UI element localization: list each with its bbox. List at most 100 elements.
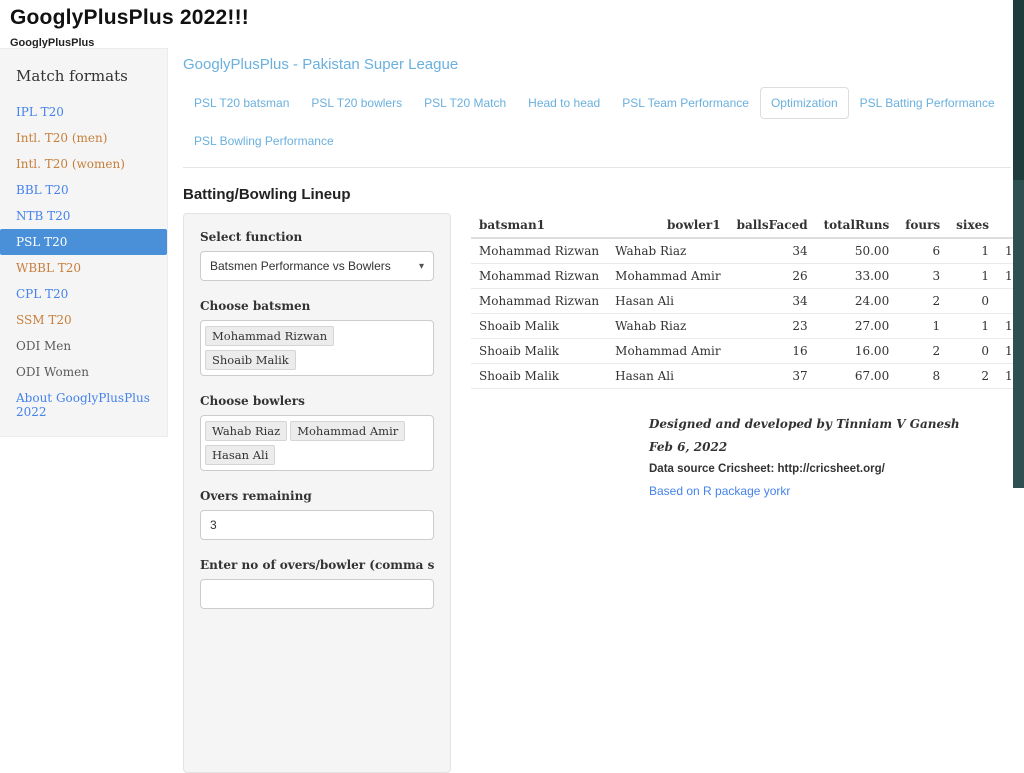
sidebar-item[interactable]: BBL T20: [0, 177, 167, 203]
sidebar-item[interactable]: ODI Men: [0, 333, 167, 359]
bowler-tag[interactable]: Wahab Riaz: [205, 421, 288, 441]
sidebar-item[interactable]: IPL T20: [0, 99, 167, 125]
tab[interactable]: PSL Batting Performance: [849, 87, 1006, 119]
cell-bowler1: Mohammad Amir: [607, 338, 729, 364]
cell-batsman1: Shoaib Malik: [471, 313, 608, 339]
content-row: Select function Batsmen Performance vs B…: [183, 213, 1024, 773]
sidebar-item[interactable]: SSM T20: [0, 307, 167, 333]
sidebar-item[interactable]: About GooglyPlusPlus 2022: [0, 385, 167, 425]
cell-totalRuns: 33.00: [815, 263, 898, 289]
app-header: GooglyPlusPlus 2022!!! GooglyPlusPlus: [0, 0, 1024, 49]
overs-remaining-input[interactable]: [200, 510, 434, 540]
table-row[interactable]: Mohammad Rizwan Wahab Riaz 34 50.00 6 1 …: [471, 238, 1024, 264]
table-row[interactable]: Mohammad Rizwan Mohammad Amir 26 33.00 3…: [471, 263, 1024, 289]
cell-fours: 2: [897, 288, 949, 314]
cell-fours: 6: [897, 238, 949, 264]
sidebar-item[interactable]: ODI Women: [0, 359, 167, 385]
tab[interactable]: Head to head: [517, 87, 611, 119]
cell-fours: 1: [897, 313, 949, 339]
footer-date: Feb 6, 2022: [649, 440, 728, 454]
tab[interactable]: PSL T20 bowlers: [300, 87, 413, 119]
bowlers-input[interactable]: Wahab Riaz Mohammad Amir Hasan Ali: [200, 415, 434, 471]
cell-fours: 2: [897, 338, 949, 364]
choose-batsmen-label: Choose batsmen: [200, 299, 311, 313]
table-header-cell[interactable]: ballsFaced: [728, 213, 816, 239]
select-function-dropdown[interactable]: Batsmen Performance vs Bowlers ▾: [200, 251, 434, 281]
app-title: GooglyPlusPlus 2022!!!: [10, 6, 249, 29]
footer-credits: Designed and developed by Tinniam V Gane…: [649, 417, 1011, 498]
cell-totalRuns: 16.00: [815, 338, 898, 364]
table-header-cell[interactable]: bowler1: [607, 213, 729, 239]
cell-ballsFaced: 23: [728, 313, 816, 339]
sidebar-item[interactable]: NTB T20: [0, 203, 167, 229]
form-panel: Select function Batsmen Performance vs B…: [183, 213, 451, 773]
table-header-cell[interactable]: fours: [897, 213, 949, 239]
tab[interactable]: PSL T20 Match: [413, 87, 517, 119]
select-function-label: Select function: [200, 230, 303, 244]
cell-totalRuns: 50.00: [815, 238, 898, 264]
cell-fours: 8: [897, 363, 949, 389]
cell-batsman1: Mohammad Rizwan: [471, 288, 608, 314]
page-title: GooglyPlusPlus - Pakistan Super League: [183, 56, 459, 73]
chevron-down-icon: ▾: [418, 260, 424, 272]
footer-source: Data source Cricsheet: http://cricsheet.…: [649, 463, 885, 475]
cell-ballsFaced: 37: [728, 363, 816, 389]
table-body: Mohammad Rizwan Wahab Riaz 34 50.00 6 1 …: [471, 238, 1024, 389]
sidebar-list: IPL T20 Intl. T20 (men) Intl. T20 (women…: [0, 99, 167, 425]
batsman-tag[interactable]: Mohammad Rizwan: [205, 326, 335, 346]
cell-bowler1: Wahab Riaz: [607, 238, 729, 264]
cell-ballsFaced: 34: [728, 238, 816, 264]
sidebar: Match formats IPL T20 Intl. T20 (men) In…: [0, 48, 168, 437]
cell-batsman1: Shoaib Malik: [471, 363, 608, 389]
cell-bowler1: Hasan Ali: [607, 288, 729, 314]
sidebar-item[interactable]: WBBL T20: [0, 255, 167, 281]
cell-totalRuns: 27.00: [815, 313, 898, 339]
table-row[interactable]: Shoaib Malik Wahab Riaz 23 27.00 1 1 117…: [471, 313, 1024, 339]
cell-bowler1: Hasan Ali: [607, 363, 729, 389]
main-content: GooglyPlusPlus - Pakistan Super League P…: [183, 56, 1024, 773]
cell-sixes: 1: [948, 313, 998, 339]
cell-sixes: 0: [948, 338, 998, 364]
table-header-cell[interactable]: batsman1: [471, 213, 608, 239]
scrollbar-thumb[interactable]: [1013, 0, 1024, 180]
cell-ballsFaced: 16: [728, 338, 816, 364]
cell-totalRuns: 67.00: [815, 363, 898, 389]
table-row[interactable]: Shoaib Malik Hasan Ali 37 67.00 8 2 181.…: [471, 363, 1024, 389]
overs-per-bowler-input[interactable]: [200, 579, 434, 609]
tab-bar: PSL T20 batsman PSL T20 bowlers PSL T20 …: [183, 87, 1011, 168]
cell-bowler1: Wahab Riaz: [607, 313, 729, 339]
table-header-cell[interactable]: totalRuns: [815, 213, 898, 239]
cell-batsman1: Mohammad Rizwan: [471, 238, 608, 264]
table-row[interactable]: Mohammad Rizwan Hasan Ali 34 24.00 2 0 7…: [471, 288, 1024, 314]
cell-sixes: 1: [948, 238, 998, 264]
tab[interactable]: PSL T20 batsman: [183, 87, 300, 119]
overs-per-bowler-label: Enter no of overs/bowler (comma separate…: [200, 558, 434, 572]
batsmen-input[interactable]: Mohammad Rizwan Shoaib Malik: [200, 320, 434, 376]
cell-fours: 3: [897, 263, 949, 289]
cell-batsman1: Mohammad Rizwan: [471, 263, 608, 289]
cell-totalRuns: 24.00: [815, 288, 898, 314]
cell-sixes: 1: [948, 263, 998, 289]
cell-sixes: 2: [948, 363, 998, 389]
table-header-cell[interactable]: sixes: [948, 213, 998, 239]
results-table: batsman1 bowler1 ballsFaced totalRuns fo…: [471, 213, 1024, 389]
sidebar-item[interactable]: Intl. T20 (men): [0, 125, 167, 151]
tab[interactable]: PSL Bowling Performance: [183, 125, 345, 157]
sidebar-item[interactable]: CPL T20: [0, 281, 167, 307]
cell-bowler1: Mohammad Amir: [607, 263, 729, 289]
results-area: batsman1 bowler1 ballsFaced totalRuns fo…: [471, 213, 1024, 507]
batsman-tag[interactable]: Shoaib Malik: [205, 350, 296, 370]
choose-bowlers-label: Choose bowlers: [200, 394, 305, 408]
sidebar-item[interactable]: Intl. T20 (women): [0, 151, 167, 177]
sidebar-item[interactable]: PSL T20: [0, 229, 167, 255]
footer-credit: Designed and developed by Tinniam V Gane…: [649, 417, 960, 431]
scrollbar[interactable]: [1013, 0, 1024, 488]
tab[interactable]: PSL Team Performance: [611, 87, 760, 119]
table-row[interactable]: Shoaib Malik Mohammad Amir 16 16.00 2 0 …: [471, 338, 1024, 364]
tab[interactable]: Optimization: [759, 87, 849, 119]
bowler-tag[interactable]: Hasan Ali: [205, 445, 276, 465]
yorkr-link[interactable]: Based on R package yorkr: [649, 484, 1011, 498]
overs-remaining-label: Overs remaining: [200, 489, 312, 503]
sidebar-heading: Match formats: [16, 67, 128, 85]
bowler-tag[interactable]: Mohammad Amir: [290, 421, 406, 441]
